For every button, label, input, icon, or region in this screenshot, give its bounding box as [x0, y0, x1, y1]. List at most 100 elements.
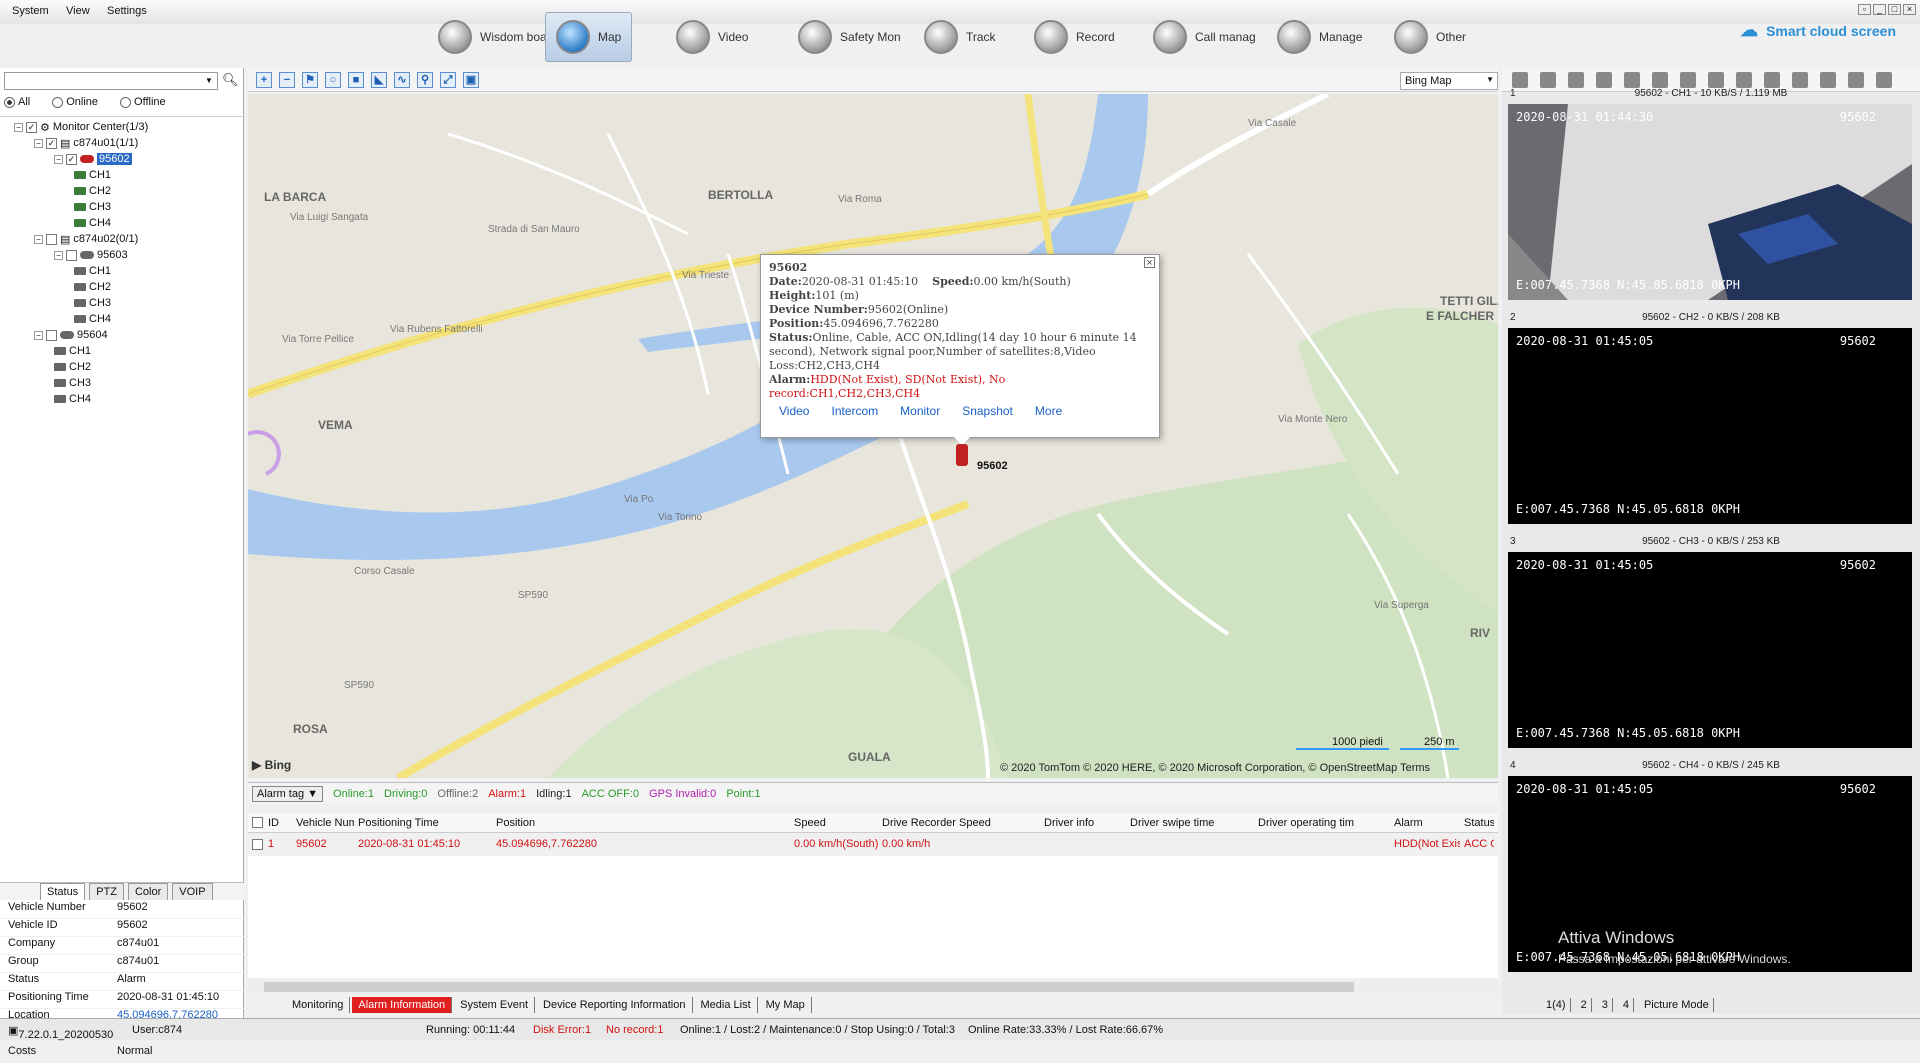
tree-node[interactable]: − 95604 [34, 327, 108, 343]
tree-checkbox[interactable]: ✓ [66, 153, 77, 165]
popup-more-link[interactable]: More [1035, 404, 1062, 418]
video-page-tab[interactable]: 3 [1598, 998, 1613, 1012]
video-tool-icon[interactable] [1568, 72, 1584, 88]
filter-online[interactable]: Online [52, 96, 98, 108]
circle-icon[interactable]: ○ [325, 72, 341, 88]
rectangle-icon[interactable]: ■ [348, 72, 364, 88]
menu-view[interactable]: View [66, 5, 90, 17]
expand-icon[interactable]: − [34, 234, 43, 244]
tree-node[interactable]: − ✓ 95602 [54, 151, 132, 167]
tree-node[interactable]: − ✓ ⚙ Monitor Center(1/3) [14, 119, 148, 135]
search-icon[interactable]: 🔍︎ [222, 72, 239, 88]
tree-node[interactable]: CH1 [74, 263, 111, 279]
close-icon[interactable]: × [1903, 4, 1916, 15]
close-icon[interactable]: × [1144, 257, 1155, 268]
tab-voip[interactable]: VOIP [172, 883, 213, 900]
video-tool-icon[interactable] [1876, 72, 1892, 88]
toolbar-mapbutton[interactable]: Map [545, 12, 633, 62]
video-tool-icon[interactable] [1512, 72, 1528, 88]
tree-node[interactable]: CH3 [74, 199, 111, 215]
tree-node[interactable]: CH2 [54, 359, 91, 375]
tree-node[interactable]: CH3 [74, 295, 111, 311]
column-header[interactable]: Alarm [1394, 817, 1460, 829]
toolbar-wisdom-boabutton[interactable]: Wisdom boa [428, 12, 557, 62]
toolbar-call-managbutton[interactable]: Call manag [1143, 12, 1266, 62]
vehicle-marker-icon[interactable] [956, 444, 968, 466]
tab-alarm-information[interactable]: Alarm Information [352, 997, 453, 1013]
tree-node[interactable]: CH4 [74, 215, 111, 231]
menu-settings[interactable]: Settings [107, 5, 147, 17]
video-tool-icon[interactable] [1652, 72, 1668, 88]
tab-my-map[interactable]: My Map [760, 997, 812, 1013]
video-channel-4[interactable]: 2020-08-31 01:45:05 95602 E:007.45.7368 N:… [1508, 776, 1912, 972]
tab-media-list[interactable]: Media List [695, 997, 758, 1013]
fullscreen-icon[interactable]: ⤢ [440, 72, 456, 88]
popup-monitor-link[interactable]: Monitor [900, 404, 940, 418]
tree-node[interactable]: − ✓ ▤ c874u01(1/1) [34, 135, 138, 151]
video-page-tab[interactable]: 2 [1577, 998, 1592, 1012]
select-all-checkbox[interactable] [252, 817, 263, 828]
column-header[interactable]: Position [496, 817, 790, 829]
filter-all[interactable]: All [4, 96, 30, 108]
expand-icon[interactable]: − [54, 250, 63, 260]
tab-system-event[interactable]: System Event [454, 997, 536, 1013]
chevron-down-icon[interactable]: ▼ [201, 73, 217, 89]
tab-color[interactable]: Color [127, 883, 169, 900]
route-icon[interactable]: ∿ [394, 72, 410, 88]
expand-icon[interactable]: − [34, 330, 43, 340]
column-header[interactable]: Positioning Time [358, 817, 492, 829]
tree-node[interactable]: CH2 [74, 183, 111, 199]
toolbar-managebutton[interactable]: Manage [1267, 12, 1372, 62]
tree-checkbox[interactable]: ✓ [26, 121, 37, 133]
tree-node[interactable]: CH2 [74, 279, 111, 295]
video-channel-1[interactable]: 2020-08-31 01:44:30 95602 E:007.45.7368 N:… [1508, 104, 1912, 300]
tree-node[interactable]: CH3 [54, 375, 91, 391]
table-row[interactable]: 1 95602 2020-08-31 01:45:10 45.094696,7.762… [248, 836, 1498, 854]
flag-icon[interactable]: ⚑ [302, 72, 318, 88]
video-tool-icon[interactable] [1792, 72, 1808, 88]
video-channel-2[interactable]: 2020-08-31 01:45:05 95602 E:007.45.7368 N:… [1508, 328, 1912, 524]
video-tool-icon[interactable] [1764, 72, 1780, 88]
toolbar-otherbutton[interactable]: Other [1384, 12, 1476, 62]
column-header[interactable]: Drive Recorder Speed [882, 817, 1040, 829]
video-tool-icon[interactable] [1596, 72, 1612, 88]
toolbar-videobutton[interactable]: Video [666, 12, 758, 62]
column-header[interactable]: Driver swipe time [1130, 817, 1254, 829]
search-area-icon[interactable]: ⚲ [417, 72, 433, 88]
menu-system[interactable]: System [12, 5, 49, 17]
tab-status[interactable]: Status [40, 883, 86, 900]
tree-checkbox[interactable] [66, 249, 77, 261]
tree-checkbox[interactable] [46, 329, 57, 341]
video-tool-icon[interactable] [1708, 72, 1724, 88]
row-checkbox[interactable] [252, 839, 263, 850]
tree-node[interactable]: − ▤ c874u02(0/1) [34, 231, 138, 247]
toolbar-trackbutton[interactable]: Track [914, 12, 1006, 62]
maximize-icon[interactable]: □ [1888, 4, 1901, 15]
video-tool-icon[interactable] [1820, 72, 1836, 88]
column-header[interactable]: Driver operating tim [1258, 817, 1390, 829]
zoom-out-icon[interactable]: − [279, 72, 295, 88]
tab-ptz[interactable]: PTZ [89, 883, 124, 900]
polygon-icon[interactable]: ◣ [371, 72, 387, 88]
popup-snapshot-link[interactable]: Snapshot [962, 404, 1013, 418]
horizontal-scrollbar[interactable] [248, 980, 1498, 994]
column-header[interactable]: ID [268, 817, 292, 829]
alarm-tag-dropdown[interactable]: Alarm tag ▼ [252, 785, 324, 802]
popup-video-link[interactable]: Video [779, 404, 809, 418]
smart-cloud-screen-button[interactable]: ☁ Smart cloud screen [1740, 20, 1896, 41]
expand-icon[interactable]: − [34, 138, 43, 148]
video-channel-3[interactable]: 2020-08-31 01:45:05 95602 E:007.45.7368 N:… [1508, 552, 1912, 748]
tree-node[interactable]: CH4 [54, 391, 91, 407]
tab-device-reporting-information[interactable]: Device Reporting Information [537, 997, 693, 1013]
tree-checkbox[interactable] [46, 233, 57, 245]
popup-intercom-link[interactable]: Intercom [831, 404, 878, 418]
expand-icon[interactable]: − [54, 154, 63, 164]
expand-icon[interactable]: − [14, 122, 23, 132]
video-page-tab[interactable]: 1(4) [1542, 998, 1571, 1012]
tree-node[interactable]: CH4 [74, 311, 111, 327]
video-tool-icon[interactable] [1680, 72, 1696, 88]
toolbar-recordbutton[interactable]: Record [1024, 12, 1125, 62]
video-page-tab[interactable]: 4 [1619, 998, 1634, 1012]
column-header[interactable]: Vehicle Number [296, 817, 354, 829]
video-tool-icon[interactable] [1624, 72, 1640, 88]
